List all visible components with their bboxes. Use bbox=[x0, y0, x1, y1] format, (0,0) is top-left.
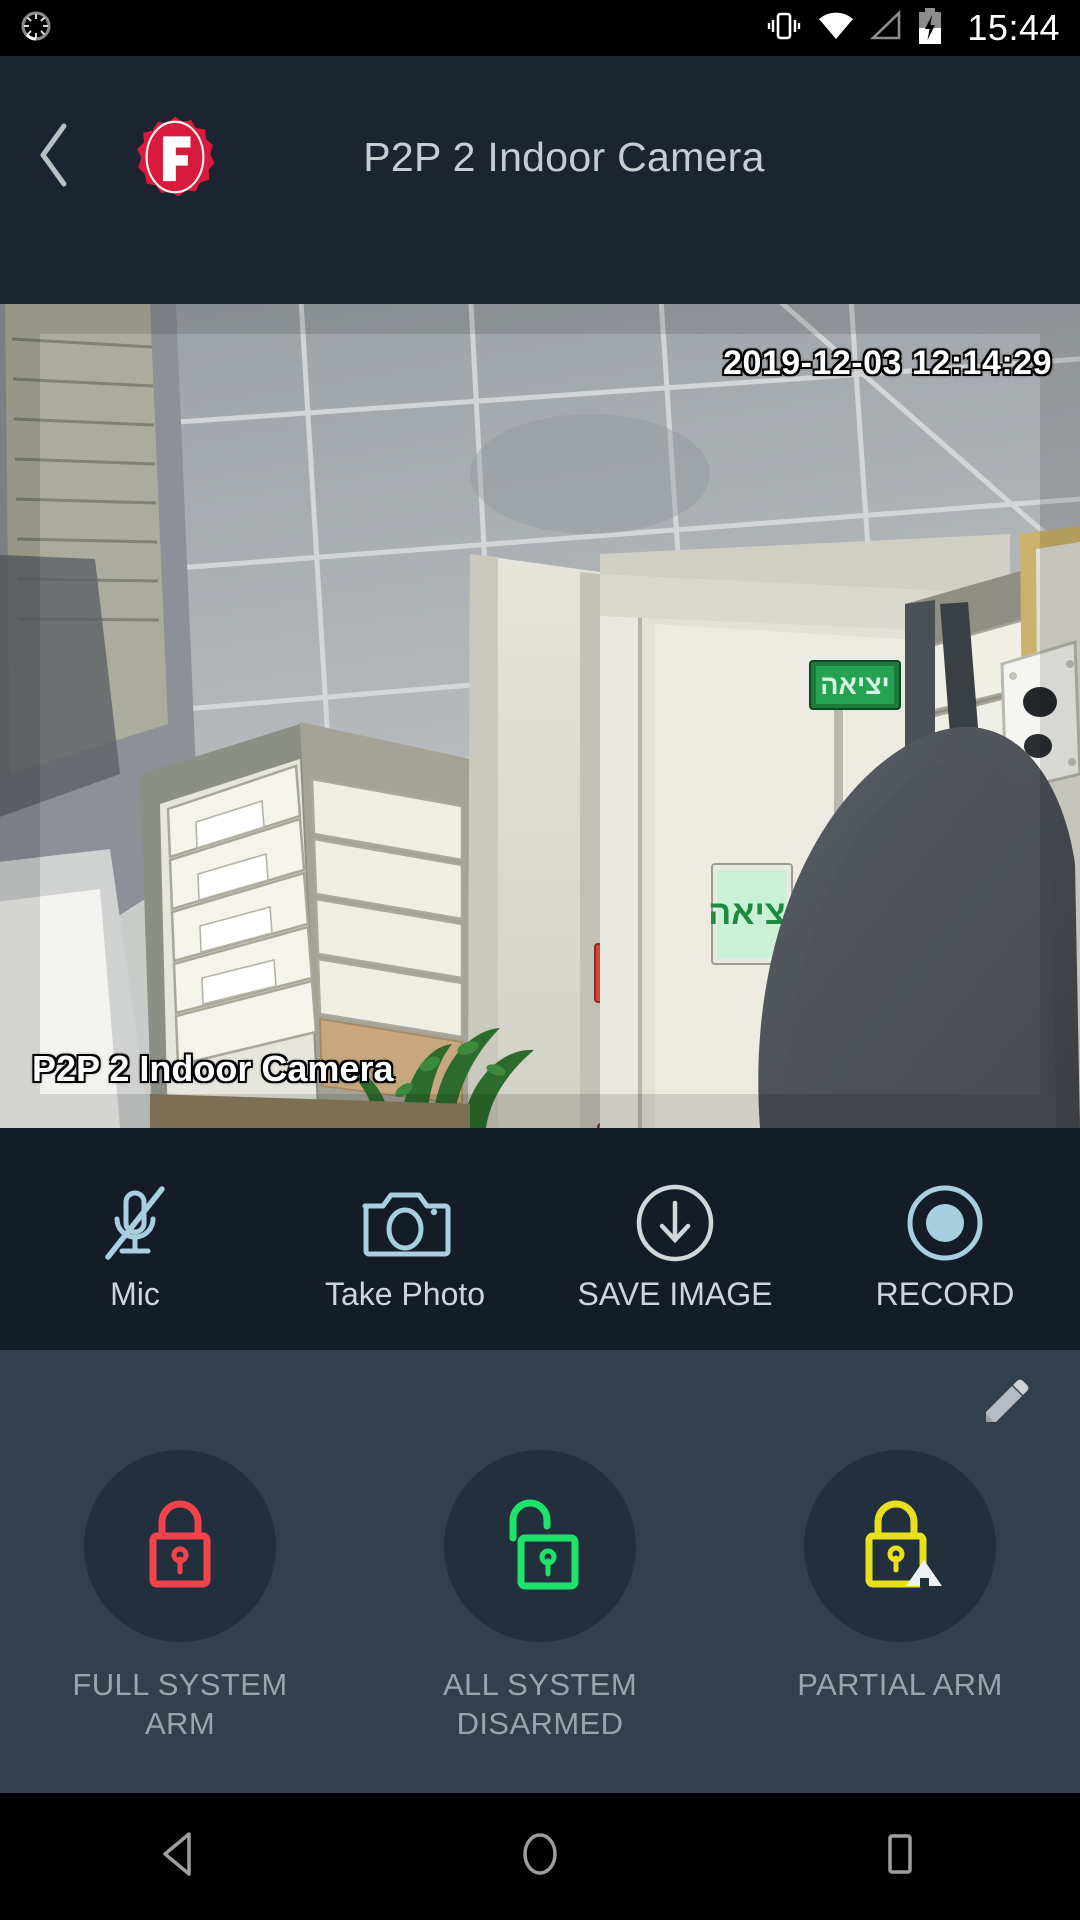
app-bar: P2P 2 Indoor Camera bbox=[0, 56, 1080, 304]
video-timestamp-overlay: 2019-12-03 12:14:29 bbox=[723, 344, 1052, 382]
page-title: P2P 2 Indoor Camera bbox=[363, 133, 765, 180]
partial-arm-circle bbox=[804, 1450, 996, 1642]
mic-button[interactable]: Mic bbox=[0, 1128, 270, 1350]
save-image-button-label: SAVE IMAGE bbox=[577, 1275, 773, 1312]
chevron-left-icon bbox=[31, 120, 79, 195]
svg-text:יציאה: יציאה bbox=[820, 670, 889, 700]
back-triangle-icon bbox=[157, 1829, 203, 1884]
back-button[interactable] bbox=[0, 102, 110, 212]
take-photo-button-label: Take Photo bbox=[324, 1275, 486, 1312]
all-system-disarmed-button[interactable]: ALL SYSTEM DISARMED bbox=[360, 1450, 720, 1744]
brand-badge-logo bbox=[132, 114, 218, 200]
record-circle-icon bbox=[903, 1180, 987, 1266]
mic-button-label: Mic bbox=[110, 1275, 160, 1312]
recents-square-icon bbox=[877, 1829, 923, 1884]
all-system-disarmed-circle bbox=[444, 1450, 636, 1642]
phone-screen: 15:44 P2P 2 Indoor Camera יציאה יציאה 20… bbox=[0, 0, 1080, 1920]
mic-off-icon bbox=[96, 1180, 174, 1266]
full-system-arm-label: FULL SYSTEM ARM bbox=[72, 1667, 288, 1741]
cellular-signal-icon bbox=[869, 9, 903, 47]
pencil-edit-icon bbox=[978, 1376, 1032, 1435]
take-photo-button[interactable]: Take Photo bbox=[270, 1128, 540, 1350]
save-image-button[interactable]: SAVE IMAGE bbox=[540, 1128, 810, 1350]
vibrate-icon bbox=[765, 7, 803, 50]
lock-open-icon bbox=[491, 1492, 589, 1601]
android-navigation-bar bbox=[0, 1793, 1080, 1920]
camera-video-feed[interactable]: יציאה יציאה 2019-12-03 12:14:29 P2P 2 In… bbox=[0, 304, 1080, 1128]
wifi-icon bbox=[817, 10, 855, 47]
edit-button[interactable] bbox=[972, 1372, 1038, 1438]
lock-home-icon bbox=[850, 1492, 950, 1601]
full-system-arm-circle bbox=[84, 1450, 276, 1642]
video-camera-name-overlay: P2P 2 Indoor Camera bbox=[32, 1048, 394, 1089]
arm-buttons-row: FULL SYSTEM ARM ALL SYSTEM DISARMED PART… bbox=[0, 1450, 1080, 1744]
status-bar: 15:44 bbox=[0, 0, 1080, 56]
app-loading-icon bbox=[20, 10, 52, 47]
camera-icon bbox=[359, 1180, 451, 1266]
record-button-label: RECORD bbox=[875, 1275, 1015, 1312]
full-system-arm-button[interactable]: FULL SYSTEM ARM bbox=[0, 1450, 360, 1744]
all-system-disarmed-label: ALL SYSTEM DISARMED bbox=[442, 1667, 638, 1741]
partial-arm-label: PARTIAL ARM bbox=[797, 1667, 1003, 1702]
alarm-arm-panel: FULL SYSTEM ARM ALL SYSTEM DISARMED PART… bbox=[0, 1350, 1080, 1793]
record-button[interactable]: RECORD bbox=[810, 1128, 1080, 1350]
lock-closed-icon bbox=[134, 1492, 226, 1601]
camera-controls-toolbar: Mic Take Photo SAVE IMAGE RECORD bbox=[0, 1128, 1080, 1350]
nav-home-button[interactable] bbox=[360, 1793, 720, 1920]
status-bar-left-icons bbox=[20, 10, 52, 47]
nav-back-button[interactable] bbox=[0, 1793, 360, 1920]
home-circle-icon bbox=[517, 1829, 563, 1884]
status-bar-right-icons: 15:44 bbox=[765, 7, 1060, 50]
camera-scene-illustration: יציאה יציאה bbox=[0, 304, 1080, 1128]
partial-arm-button[interactable]: PARTIAL ARM bbox=[720, 1450, 1080, 1705]
nav-recents-button[interactable] bbox=[720, 1793, 1080, 1920]
download-circle-icon bbox=[633, 1180, 717, 1266]
status-bar-clock: 15:44 bbox=[967, 7, 1060, 48]
battery-charging-icon bbox=[917, 7, 943, 50]
exit-sign-top: יציאה bbox=[809, 660, 901, 710]
